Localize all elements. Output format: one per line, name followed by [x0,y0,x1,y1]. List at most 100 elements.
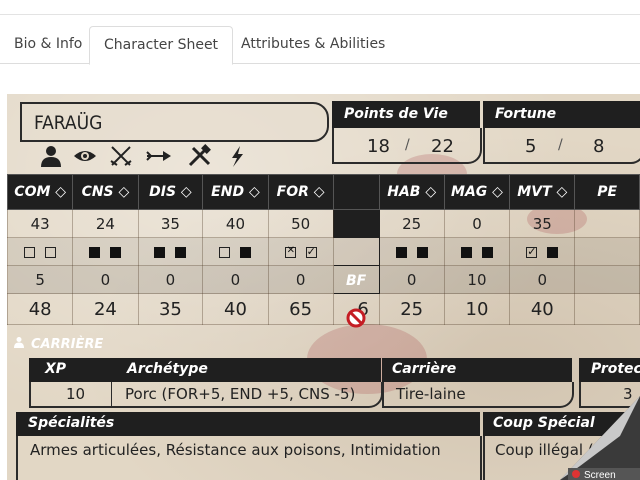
tab-character-sheet[interactable]: Character Sheet [89,26,234,65]
stat-header-mag[interactable]: MAG ◇ [443,174,511,210]
stats-header-row: COM ◇ CNS ◇ DIS ◇ END ◇ FOR ◇ HAB ◇ MAG … [7,174,640,210]
stats-checkbox-row [7,237,640,266]
stat-base-hab[interactable]: 25 [378,209,445,238]
carriere-section-label: CARRIÈRE [13,336,103,352]
xp-archetype-header: XP Archétype [29,358,381,382]
specialites-label: Spécialités [28,415,115,431]
fortune-current[interactable]: 5 [525,136,536,157]
stat-base-com[interactable]: 43 [7,209,74,238]
stat-checkbox[interactable] [154,246,166,258]
stat-checkbox[interactable] [395,246,407,258]
stat-header-dis[interactable]: DIS ◇ [137,174,204,210]
stat-checkbox[interactable] [175,246,187,258]
arrow-icon[interactable] [145,144,173,168]
specialites-value: Armes articulées, Résistance aux poisons… [30,441,441,459]
stat-total-pe [574,293,640,325]
specialites-header: Spécialités [16,412,480,436]
not-allowed-icon [346,308,366,328]
points-de-vie-header: Points de Vie [332,101,480,128]
top-divider [0,14,640,15]
stat-base-mvt[interactable]: 35 [509,209,576,238]
stat-total-hab: 25 [378,293,445,325]
stat-bonus-hab[interactable]: 0 [378,265,445,294]
lightning-icon[interactable] [223,144,251,168]
stat-header-gap [332,174,380,210]
stat-header-pe[interactable]: PE [574,174,640,210]
stat-bonus-com[interactable]: 5 [7,265,74,294]
stat-header-cns[interactable]: CNS ◇ [72,174,139,210]
stat-checkbox[interactable] [305,245,317,258]
eye-icon[interactable] [71,144,99,168]
stat-total-mag: 10 [443,293,511,325]
fortune-max[interactable]: 8 [593,136,604,157]
stat-checkbox[interactable] [526,245,538,258]
stat-base-cns[interactable]: 24 [72,209,139,238]
stat-total-com: 48 [7,293,74,325]
stat-checkbox[interactable] [284,245,296,258]
xp-value[interactable]: 10 [66,385,85,403]
tab-attributes-abilities[interactable]: Attributes & Abilities [227,26,399,62]
protection-label: Protect [591,361,640,377]
stat-total-mvt: 40 [509,293,576,325]
stat-checkbox[interactable] [89,246,101,258]
bf-header: BF [332,265,380,294]
stat-checkbox[interactable] [24,246,36,258]
stats-base-row: 43 24 35 40 50 25 0 35 [7,209,640,238]
stat-checkbox[interactable] [110,246,122,258]
stat-bonus-for[interactable]: 0 [267,265,334,294]
protection-header: Protect [579,358,640,382]
stat-total-end: 40 [202,293,269,325]
stat-header-for[interactable]: FOR ◇ [267,174,334,210]
stat-bonus-dis[interactable]: 0 [137,265,204,294]
character-name-field[interactable]: FARAÜG [20,102,329,142]
archetype-label: Archétype [127,361,208,377]
stat-bonus-mvt[interactable]: 0 [509,265,576,294]
tab-bio-info[interactable]: Bio & Info [0,26,96,62]
stat-header-com[interactable]: COM ◇ [7,174,74,210]
stat-checkbox[interactable] [416,246,428,258]
crossed-swords-icon[interactable] [107,144,135,168]
stat-bonus-cns[interactable]: 0 [72,265,139,294]
stat-base-pe[interactable] [574,209,640,238]
pv-current[interactable]: 18 [367,136,390,157]
stat-checks-mag [443,237,511,266]
stat-base-for[interactable]: 50 [267,209,334,238]
stats-total-row: 48 24 35 40 65 6 25 10 40 [7,293,640,325]
stat-checkbox[interactable] [481,246,493,258]
carriere-box: Tire-laine [382,382,574,408]
stat-checks-mvt [509,237,576,266]
stat-checkbox[interactable] [219,246,231,258]
pv-max[interactable]: 22 [431,136,454,157]
stat-header-hab[interactable]: HAB ◇ [378,174,445,210]
tools-icon[interactable] [185,144,213,168]
stat-gap [332,237,380,266]
archetype-value[interactable]: Porc (FOR+5, END +5, CNS -5) [125,385,355,403]
carriere-value[interactable]: Tire-laine [396,385,466,403]
stat-header-end[interactable]: END ◇ [202,174,269,210]
stat-checks-pe [574,237,640,266]
stat-bonus-end[interactable]: 0 [202,265,269,294]
stat-checkbox[interactable] [240,246,252,258]
stat-bonus-mag[interactable]: 10 [443,265,511,294]
pv-separator: / [405,137,410,153]
tab-bar: Bio & Info Character Sheet Attributes & … [0,26,640,65]
fortune-label: Fortune [495,106,557,122]
stat-checks-for [267,237,334,266]
stat-base-dis[interactable]: 35 [137,209,204,238]
stat-bonus-pe[interactable] [574,265,640,294]
fortune-header: Fortune [483,101,640,128]
stat-header-mvt[interactable]: MVT ◇ [509,174,576,210]
stat-checkbox[interactable] [45,246,57,258]
stat-total-for: 65 [267,293,334,325]
xp-archetype-box: 10 Porc (FOR+5, END +5, CNS -5) [29,382,383,408]
stat-base-end[interactable]: 40 [202,209,269,238]
stat-checks-com [7,237,74,266]
stat-checkbox[interactable] [460,246,472,258]
person-icon[interactable] [37,144,65,168]
stat-checkbox[interactable] [547,246,559,258]
stat-gap [332,209,380,238]
stat-base-mag[interactable]: 0 [443,209,511,238]
person-small-icon [13,336,25,352]
stat-total-cns: 24 [72,293,139,325]
specialites-box[interactable]: Armes articulées, Résistance aux poisons… [16,436,482,480]
